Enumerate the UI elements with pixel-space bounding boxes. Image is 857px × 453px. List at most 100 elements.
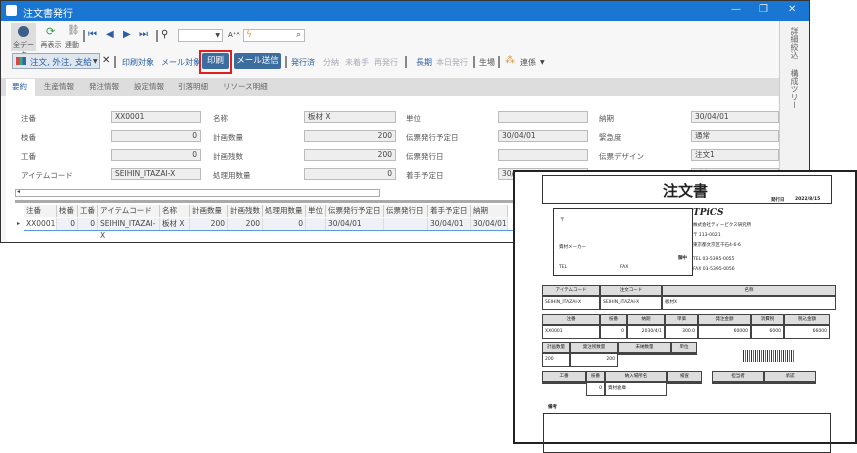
search-input[interactable]: ϟ ⌕	[243, 29, 305, 42]
reissue-button[interactable]: 再発行	[374, 57, 398, 68]
scroll-left-icon[interactable]: ◂	[17, 188, 20, 195]
grid-cell[interactable]: SEIHIN_ITAZAI-X	[98, 218, 160, 240]
grid-cell[interactable]: 0	[57, 218, 78, 230]
detail-filter-tab[interactable]: 詳細絞込	[789, 27, 800, 59]
grid-header[interactable]: 計画残数	[228, 205, 263, 217]
long-term-button[interactable]: 長期	[416, 57, 432, 68]
split-button[interactable]: 分納	[323, 57, 339, 68]
issued-button[interactable]: 発行済	[291, 57, 315, 68]
production-button[interactable]: 生場	[479, 57, 495, 68]
field-label: 伝票発行予定日	[406, 133, 459, 142]
search-combo[interactable]: ▼	[178, 29, 223, 42]
issue-date-label: 発行日	[771, 198, 785, 203]
grid-cell[interactable]	[384, 218, 428, 230]
grid-header[interactable]: 注番	[24, 205, 57, 217]
field-label: 計画残数	[213, 152, 243, 161]
field-value[interactable]: 0	[111, 149, 201, 161]
grid-header[interactable]: 伝票発行予定日	[326, 205, 384, 217]
mail-target-button[interactable]: メール対象	[161, 57, 201, 68]
doc-table-cell: 0	[586, 382, 605, 396]
field-label: 着手予定日	[406, 171, 444, 180]
grid-header[interactable]: 計画数量	[190, 205, 228, 217]
not-started-button[interactable]: 未着手	[345, 57, 369, 68]
prev-record-icon[interactable]: ◀	[106, 29, 114, 40]
tab-resource[interactable]: リソース明細	[223, 81, 268, 92]
tab-order[interactable]: 発注情報	[89, 81, 119, 92]
field-value[interactable]: XX0001	[111, 111, 201, 123]
issue-date: 2022/8/15	[795, 197, 821, 202]
field-value[interactable]: SEIHIN_ITAZAI-X	[111, 168, 201, 180]
next-record-icon[interactable]: ▶	[123, 29, 131, 40]
doc-table-cell: SEIHIN_ITAZAI-X	[600, 296, 662, 310]
grid-cell[interactable]	[306, 218, 326, 230]
field-value[interactable]: 0	[304, 168, 396, 180]
field-label: 伝票デザイン	[599, 152, 644, 161]
grid-header[interactable]: 名称	[160, 205, 190, 217]
grid-cell[interactable]: 板材 X	[160, 218, 190, 230]
binoculars-icon[interactable]: ⚲	[161, 29, 168, 40]
grid-cell[interactable]: 0	[78, 218, 98, 230]
font-size-icon[interactable]: A⁺ᴬ	[228, 31, 240, 39]
field-value[interactable]: 0	[111, 130, 201, 142]
today-issue-button[interactable]: 本日発行	[436, 57, 468, 68]
tab-production[interactable]: 生産情報	[44, 81, 74, 92]
maximize-button[interactable]: ❐	[759, 4, 768, 15]
tab-summary[interactable]: 要約	[12, 81, 27, 92]
grid-header[interactable]: 処理用数量	[263, 205, 306, 217]
grid-cell[interactable]: 200	[190, 218, 228, 230]
tab-settings[interactable]: 設定情報	[134, 81, 164, 92]
send-mail-button[interactable]: メール送信	[234, 53, 281, 69]
field-value[interactable]	[498, 149, 588, 161]
doc-table-header: 名称	[662, 285, 836, 296]
doc-table-cell: 300.0	[665, 325, 698, 339]
grid-header[interactable]: 単位	[306, 205, 326, 217]
link-button[interactable]: ⛓ 連動	[64, 23, 80, 51]
grid-header[interactable]: 工番	[78, 205, 98, 217]
grid-cell[interactable]: 30/04/01	[428, 218, 471, 230]
grid-header[interactable]: 納期	[471, 205, 508, 217]
close-button[interactable]: ✕	[788, 4, 796, 15]
supplier-box: 〒 資材メーカー 御中 TEL FAX	[553, 208, 693, 276]
minimize-button[interactable]: —	[731, 4, 741, 15]
field-value[interactable]: 板材 X	[304, 111, 396, 123]
last-record-icon[interactable]: ⏭	[139, 29, 148, 40]
barcode	[743, 350, 795, 362]
field-value[interactable]: 注文1	[691, 149, 779, 161]
first-record-icon[interactable]: ⏮	[88, 29, 97, 40]
grid-cell[interactable]: XX0001	[24, 218, 57, 230]
tab-deduction[interactable]: 引落明細	[178, 81, 208, 92]
print-target-button[interactable]: 印刷対象	[122, 57, 154, 68]
doc-table-cell	[542, 382, 586, 384]
field-value[interactable]: 30/04/01	[498, 130, 588, 142]
horizontal-scrollbar[interactable]: ◂	[15, 188, 380, 197]
grid-cell[interactable]: 200	[228, 218, 263, 230]
grid-header[interactable]: 着手予定日	[428, 205, 471, 217]
filter-dropdown[interactable]: 注文, 外注, 支給 ▼	[12, 53, 100, 69]
field-label: 緊急度	[599, 133, 622, 142]
grid-cell[interactable]: 30/04/01	[326, 218, 384, 230]
grid-cell[interactable]: 0	[263, 218, 306, 230]
field-value[interactable]: 200	[304, 130, 396, 142]
field-value[interactable]: 30/04/01	[691, 111, 779, 123]
clear-filter-icon[interactable]: ✕	[102, 55, 110, 66]
field-value[interactable]	[498, 111, 588, 123]
refresh-button[interactable]: ⟳ 再表示	[38, 23, 64, 51]
doc-table-cell: 資材倉庫	[605, 382, 667, 396]
field-label: 伝票発行日	[406, 152, 444, 161]
print-button[interactable]: 印刷	[202, 53, 229, 69]
company-fax: FAX 03-5395-0056	[693, 267, 735, 272]
field-value[interactable]: 通常	[691, 130, 779, 142]
app-icon	[6, 5, 17, 16]
grid-header[interactable]: アイテムコード	[98, 205, 160, 217]
doc-table-cell: SEIHIN_ITAZAI-X	[542, 296, 600, 310]
field-label: アイテムコード	[21, 171, 73, 180]
grid-header[interactable]: 伝票発行日	[384, 205, 428, 217]
structure-tree-tab[interactable]: 構成ツリー	[789, 69, 800, 109]
chevron-down-icon: ▼	[540, 59, 545, 66]
cooperation-dropdown[interactable]: 連係	[520, 57, 536, 68]
chevron-down-icon: ▼	[215, 32, 220, 39]
field-value[interactable]: 200	[304, 149, 396, 161]
grid-header[interactable]: 枝番	[57, 205, 78, 217]
grid-cell[interactable]: 30/04/01	[471, 218, 508, 230]
all-data-button[interactable]: 全データ	[11, 23, 36, 59]
